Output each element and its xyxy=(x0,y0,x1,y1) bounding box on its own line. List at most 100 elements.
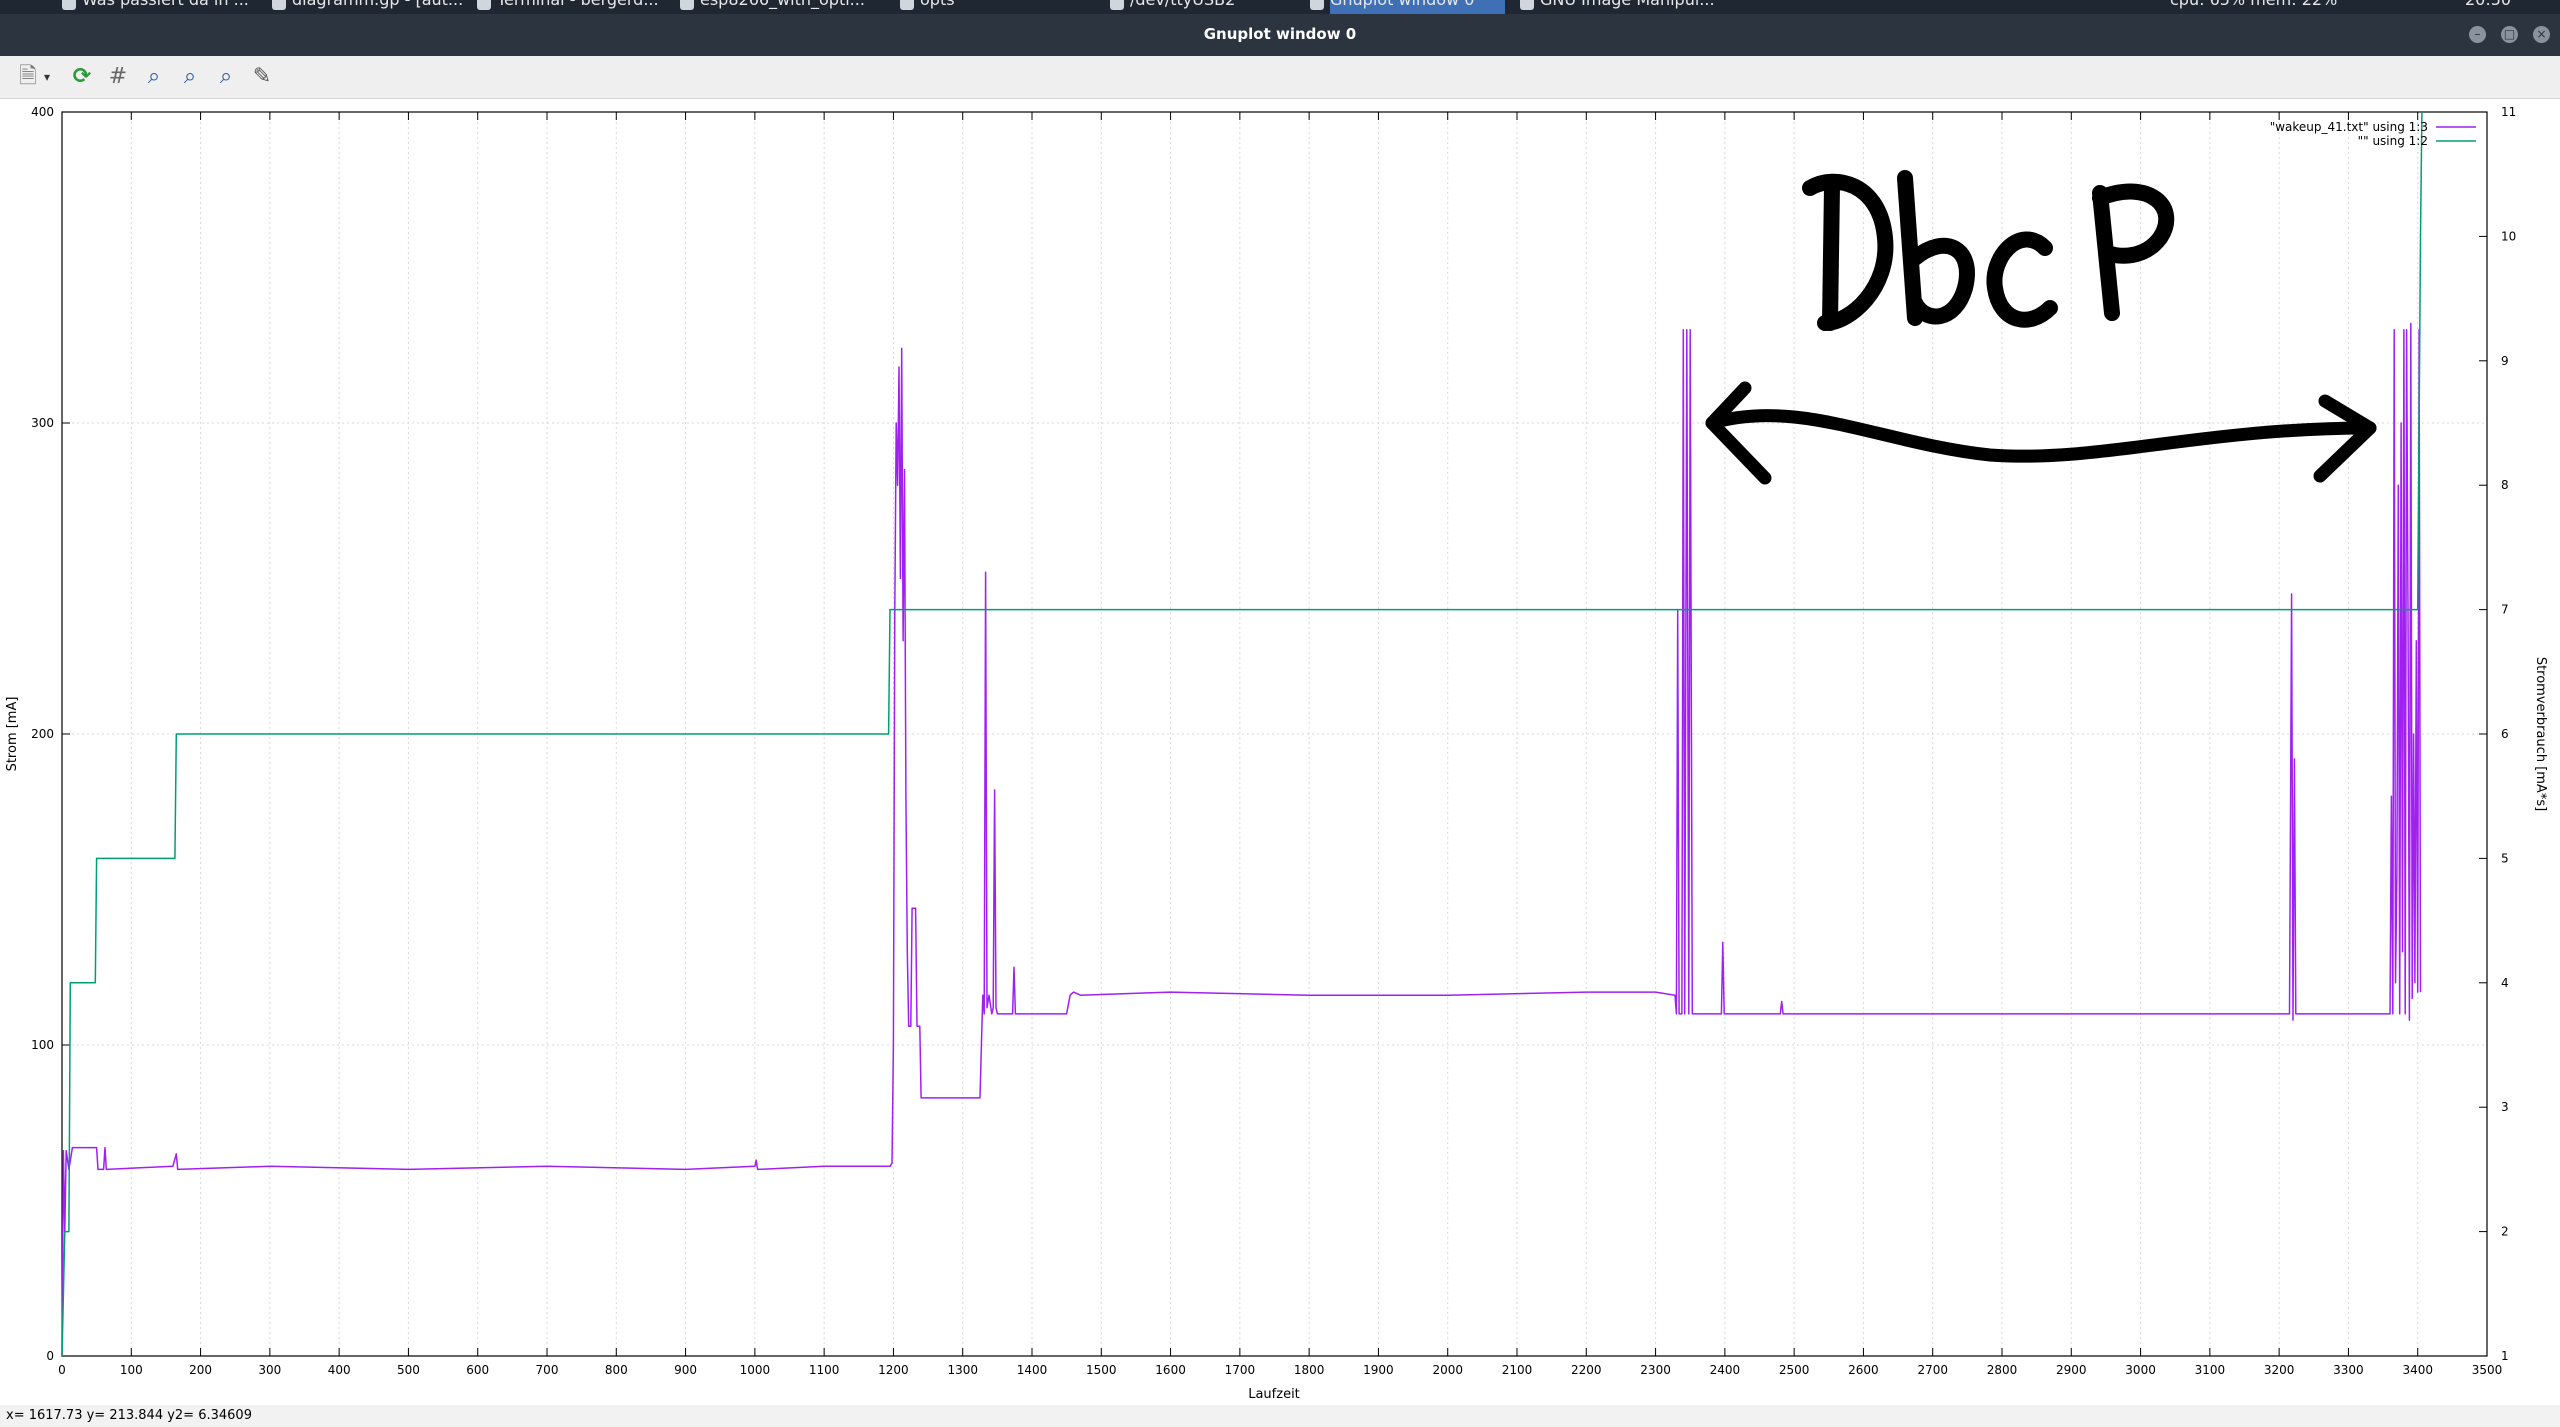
x-tick-label: 1700 xyxy=(1225,1363,1256,1377)
handwritten-annotation xyxy=(1705,170,2377,485)
taskbar-tab-icon xyxy=(272,0,286,10)
x-tick-label: 1300 xyxy=(947,1363,978,1377)
y-tick-label: 300 xyxy=(31,416,54,430)
double-arrow-right-head-icon xyxy=(2313,394,2377,483)
y-tick-label: 400 xyxy=(31,105,54,119)
export-menu-icon[interactable]: 🗎 xyxy=(14,63,42,91)
minimize-button[interactable]: – xyxy=(2469,26,2486,43)
x-tick-label: 2700 xyxy=(1917,1363,1948,1377)
taskbar-tab[interactable]: diagramm.gp - [aut... xyxy=(292,0,482,14)
title-bar: Gnuplot window 0 – □ × xyxy=(0,14,2560,56)
taskbar-tab-icon xyxy=(900,0,914,10)
x-tick-label: 900 xyxy=(674,1363,697,1377)
taskbar-tab[interactable]: Gnuplot window 0 xyxy=(1330,0,1505,14)
preferences-wrench-icon[interactable]: ✎ xyxy=(248,63,276,91)
x-tick-label: 200 xyxy=(189,1363,212,1377)
status-bar: x= 1617.73 y= 213.844 y2= 6.34609 xyxy=(0,1405,2560,1427)
x-tick-label: 3100 xyxy=(2195,1363,2226,1377)
x-tick-label: 1900 xyxy=(1363,1363,1394,1377)
x-tick-label: 400 xyxy=(328,1363,351,1377)
taskbar-tab[interactable]: /dev/ttyUSB2 xyxy=(1130,0,1310,14)
y2-tick-label: 4 xyxy=(2501,976,2509,990)
taskbar-tab[interactable]: esp8266_with_opti... xyxy=(700,0,900,14)
y2-axis-label: Stromverbrauch [mA*s] xyxy=(2533,657,2548,811)
handwritten-letter-C xyxy=(1986,231,2058,328)
x-tick-label: 2600 xyxy=(1848,1363,1879,1377)
x-tick-label: 100 xyxy=(120,1363,143,1377)
x-tick-label: 2300 xyxy=(1640,1363,1671,1377)
maximize-button[interactable]: □ xyxy=(2501,26,2518,43)
toolbar: 🗎 ▾ ⟳ # ⌕ ⌕ ⌕ ✎ xyxy=(0,56,2560,99)
x-tick-label: 2500 xyxy=(1779,1363,1810,1377)
x-tick-label: 3000 xyxy=(2125,1363,2156,1377)
autoscale-icon[interactable]: ⌕ xyxy=(212,63,240,91)
y2-tick-label: 9 xyxy=(2501,354,2509,368)
taskbar-tab[interactable]: opts xyxy=(920,0,1100,14)
x-tick-label: 1100 xyxy=(809,1363,840,1377)
y2-tick-label: 10 xyxy=(2501,229,2516,243)
x-tick-label: 2200 xyxy=(1571,1363,1602,1377)
taskbar-clock[interactable]: 20:50 xyxy=(2465,0,2511,14)
y-tick-label: 100 xyxy=(31,1038,54,1052)
x-tick-label: 1200 xyxy=(878,1363,909,1377)
y-tick-label: 0 xyxy=(46,1349,54,1363)
taskbar-tab-icon xyxy=(1110,0,1124,10)
taskbar-tab-icon xyxy=(477,0,491,10)
x-tick-label: 3400 xyxy=(2402,1363,2433,1377)
x-tick-label: 0 xyxy=(58,1363,66,1377)
taskbar: Was passiert da in ... diagramm.gp - [aut… xyxy=(0,0,2560,14)
axis-ticks: 0 100 200 300 400 500 600 700 800 900 1000 1100 1200… xyxy=(31,105,2516,1377)
taskbar-tab[interactable]: Terminal - bergerd... xyxy=(497,0,687,14)
window-title: Gnuplot window 0 xyxy=(1203,25,1357,43)
x-tick-label: 3300 xyxy=(2333,1363,2364,1377)
y2-tick-label: 1 xyxy=(2501,1349,2509,1363)
taskbar-tab-icon xyxy=(62,0,76,10)
y-tick-label: 200 xyxy=(31,727,54,741)
plot-area[interactable]: 0 100 200 300 400 500 600 700 800 900 1000 1100 1200… xyxy=(0,98,2560,1405)
zoom-next-icon[interactable]: ⌕ xyxy=(176,63,204,91)
y2-tick-label: 3 xyxy=(2501,1100,2509,1114)
y2-tick-label: 11 xyxy=(2501,105,2516,119)
x-tick-label: 1800 xyxy=(1294,1363,1325,1377)
y2-tick-label: 2 xyxy=(2501,1225,2509,1239)
system-monitor-tray[interactable]: cpu: 65% mem: 22% xyxy=(2170,0,2337,14)
zoom-previous-icon[interactable]: ⌕ xyxy=(140,63,168,91)
y2-tick-label: 8 xyxy=(2501,478,2509,492)
legend: "wakeup_41.txt" using 1:3 "" using 1:2 xyxy=(2270,120,2476,148)
x-tick-label: 2000 xyxy=(1432,1363,1463,1377)
y2-tick-label: 5 xyxy=(2501,851,2509,865)
legend-label-series-1: "wakeup_41.txt" using 1:3 xyxy=(2270,120,2428,134)
x-tick-label: 800 xyxy=(605,1363,628,1377)
x-tick-label: 500 xyxy=(397,1363,420,1377)
double-arrow-shaft xyxy=(1705,409,2377,463)
taskbar-tab[interactable]: GNU Image Manipul... xyxy=(1540,0,1730,14)
x-tick-label: 600 xyxy=(466,1363,489,1377)
taskbar-tab[interactable]: Was passiert da in ... xyxy=(82,0,272,14)
x-tick-label: 1000 xyxy=(740,1363,771,1377)
x-tick-label: 2100 xyxy=(1502,1363,1533,1377)
x-tick-label: 1400 xyxy=(1017,1363,1048,1377)
x-tick-label: 3500 xyxy=(2472,1363,2503,1377)
export-dropdown-arrow-icon[interactable]: ▾ xyxy=(40,63,54,91)
x-tick-label: 300 xyxy=(258,1363,281,1377)
y2-tick-label: 6 xyxy=(2501,727,2509,741)
taskbar-tab-icon xyxy=(1310,0,1324,10)
replot-icon[interactable]: ⟳ xyxy=(68,63,96,91)
taskbar-tab-icon xyxy=(680,0,694,10)
x-tick-label: 700 xyxy=(536,1363,559,1377)
x-tick-label: 1500 xyxy=(1086,1363,1117,1377)
handwritten-letter-P xyxy=(2092,183,2175,321)
y2-tick-label: 7 xyxy=(2501,603,2509,617)
x-tick-label: 1600 xyxy=(1155,1363,1186,1377)
y-axis-label: Strom [mA] xyxy=(5,697,20,772)
handwritten-letter-D xyxy=(1802,173,1894,331)
series-line-1 xyxy=(61,322,2422,1357)
x-tick-label: 3200 xyxy=(2264,1363,2295,1377)
x-tick-label: 2900 xyxy=(2056,1363,2087,1377)
double-arrow-left-head-icon xyxy=(1705,381,1772,485)
taskbar-tab-icon xyxy=(1520,0,1534,10)
legend-label-series-2: "" using 1:2 xyxy=(2358,134,2428,148)
close-button[interactable]: × xyxy=(2533,26,2550,43)
grid-icon[interactable]: # xyxy=(104,63,132,91)
handwritten-letter-b xyxy=(1897,170,1975,326)
